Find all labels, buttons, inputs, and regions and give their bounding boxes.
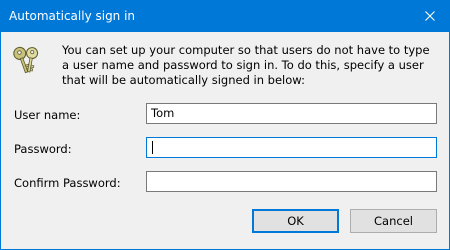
confirm-password-label: Confirm Password: [14,176,121,190]
keys-icon [11,43,43,75]
password-field[interactable] [146,137,437,158]
ok-button[interactable]: OK [252,209,339,233]
dialog-title: Automatically sign in [9,9,136,23]
password-label: Password: [14,142,72,156]
title-bar[interactable]: Automatically sign in [1,1,449,32]
dialog-description: You can set up your computer so that use… [62,43,430,87]
username-label: User name: [14,108,81,122]
autologon-dialog: Automatically sign in You can set up you… [0,0,450,250]
text-caret [152,141,153,154]
username-field[interactable]: Tom [146,103,437,124]
close-button[interactable] [411,1,449,32]
cancel-button[interactable]: Cancel [350,209,437,233]
confirm-password-field[interactable] [146,171,437,192]
close-icon [425,11,435,21]
